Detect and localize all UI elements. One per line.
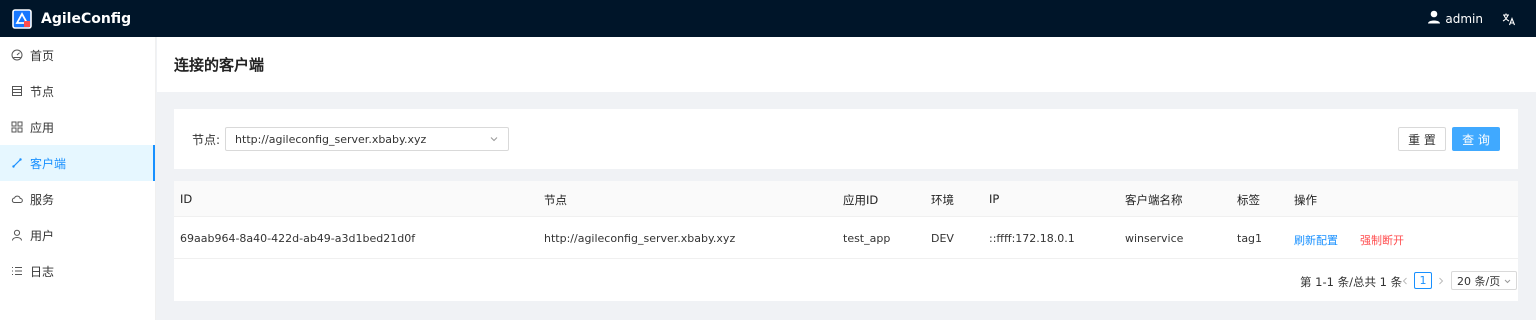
- page-title: 连接的客户端: [174, 56, 265, 74]
- node-select[interactable]: http://agileconfig_server.xbaby.xyz: [225, 127, 510, 151]
- pagination-next-icon[interactable]: [1436, 274, 1446, 288]
- sidebar-item-nodes[interactable]: 节点: [0, 73, 155, 109]
- chevron-down-icon: [1503, 276, 1512, 285]
- user-menu[interactable]: admin: [1427, 10, 1483, 27]
- reset-button[interactable]: 重 置: [1398, 127, 1446, 151]
- pagination-page-1[interactable]: 1: [1414, 272, 1432, 289]
- sidebar-item-label: 用户: [30, 228, 55, 243]
- app-title: AgileConfig: [41, 10, 132, 27]
- client-icon: [11, 157, 23, 169]
- cell-client-name: winservice: [1125, 232, 1184, 245]
- sidebar-item-label: 客户端: [30, 156, 67, 171]
- node-select-value: http://agileconfig_server.xbaby.xyz: [235, 132, 427, 146]
- force-disconnect-link[interactable]: 强制断开: [1360, 232, 1404, 248]
- clients-table: ID 节点 应用ID 环境 IP 客户端名称 标签 操作 69aab964-8a…: [174, 181, 1518, 301]
- sidebar-item-home[interactable]: 首页: [0, 37, 155, 73]
- query-button[interactable]: 查 询: [1452, 127, 1500, 151]
- chevron-down-icon: [489, 134, 499, 144]
- column-header-node: 节点: [544, 193, 567, 207]
- node-filter-label: 节点:: [192, 132, 221, 147]
- column-header-actions: 操作: [1294, 193, 1317, 207]
- pagination-prev-icon[interactable]: [1400, 274, 1410, 288]
- column-header-env: 环境: [931, 193, 954, 207]
- column-header-app-id: 应用ID: [843, 193, 879, 207]
- page-size-value: 20 条/页: [1457, 274, 1501, 288]
- sidebar-item-apps[interactable]: 应用: [0, 109, 155, 145]
- agileconfig-logo-icon: [12, 8, 32, 29]
- appstore-icon: [11, 121, 23, 133]
- cell-ip: ::ffff:172.18.0.1: [989, 232, 1075, 245]
- sidebar-item-label: 应用: [30, 120, 55, 135]
- pagination-total: 第 1-1 条/总共 1 条: [1300, 275, 1403, 289]
- log-list-icon: [11, 265, 23, 277]
- cell-tag: tag1: [1237, 232, 1263, 245]
- user-name: admin: [1445, 11, 1483, 26]
- sidebar-item-clients[interactable]: 客户端: [0, 145, 155, 181]
- search-form: 节点: http://agileconfig_server.xbaby.xyz …: [174, 109, 1518, 169]
- dashboard-icon: [11, 49, 23, 61]
- column-header-ip: IP: [989, 192, 1000, 206]
- table-row: 69aab964-8a40-422d-ab49-a3d1bed21d0f htt…: [174, 217, 1518, 259]
- translate-icon[interactable]: [1502, 12, 1516, 26]
- sidebar-item-label: 日志: [30, 264, 55, 279]
- cell-env: DEV: [931, 232, 954, 245]
- page-size-select[interactable]: 20 条/页: [1451, 271, 1517, 290]
- top-bar: AgileConfig admin: [0, 0, 1536, 37]
- sidebar-item-label: 服务: [30, 192, 55, 207]
- sidebar-item-label: 首页: [30, 48, 55, 63]
- node-icon: [11, 85, 23, 97]
- user-icon: [1427, 10, 1441, 27]
- cloud-icon: [11, 193, 23, 205]
- sidebar-item-users[interactable]: 用户: [0, 217, 155, 253]
- cell-id: 69aab964-8a40-422d-ab49-a3d1bed21d0f: [180, 232, 416, 245]
- column-header-client-name: 客户端名称: [1125, 193, 1183, 207]
- user-icon: [11, 229, 23, 241]
- column-header-tag: 标签: [1237, 193, 1260, 207]
- cell-app-id: test_app: [843, 232, 891, 245]
- sidebar-item-logs[interactable]: 日志: [0, 253, 155, 289]
- cell-node: http://agileconfig_server.xbaby.xyz: [544, 232, 736, 245]
- refresh-config-link[interactable]: 刷新配置: [1294, 232, 1338, 248]
- page-header: 连接的客户端: [157, 37, 1536, 92]
- sidebar-item-services[interactable]: 服务: [0, 181, 155, 217]
- column-header-id: ID: [180, 192, 193, 206]
- sidebar-item-label: 节点: [30, 84, 55, 99]
- logo[interactable]: AgileConfig: [12, 8, 132, 29]
- table-header: ID 节点 应用ID 环境 IP 客户端名称 标签 操作: [174, 181, 1518, 217]
- sidebar: 首页 节点 应用 客户端 服务 用户 日志: [0, 37, 156, 320]
